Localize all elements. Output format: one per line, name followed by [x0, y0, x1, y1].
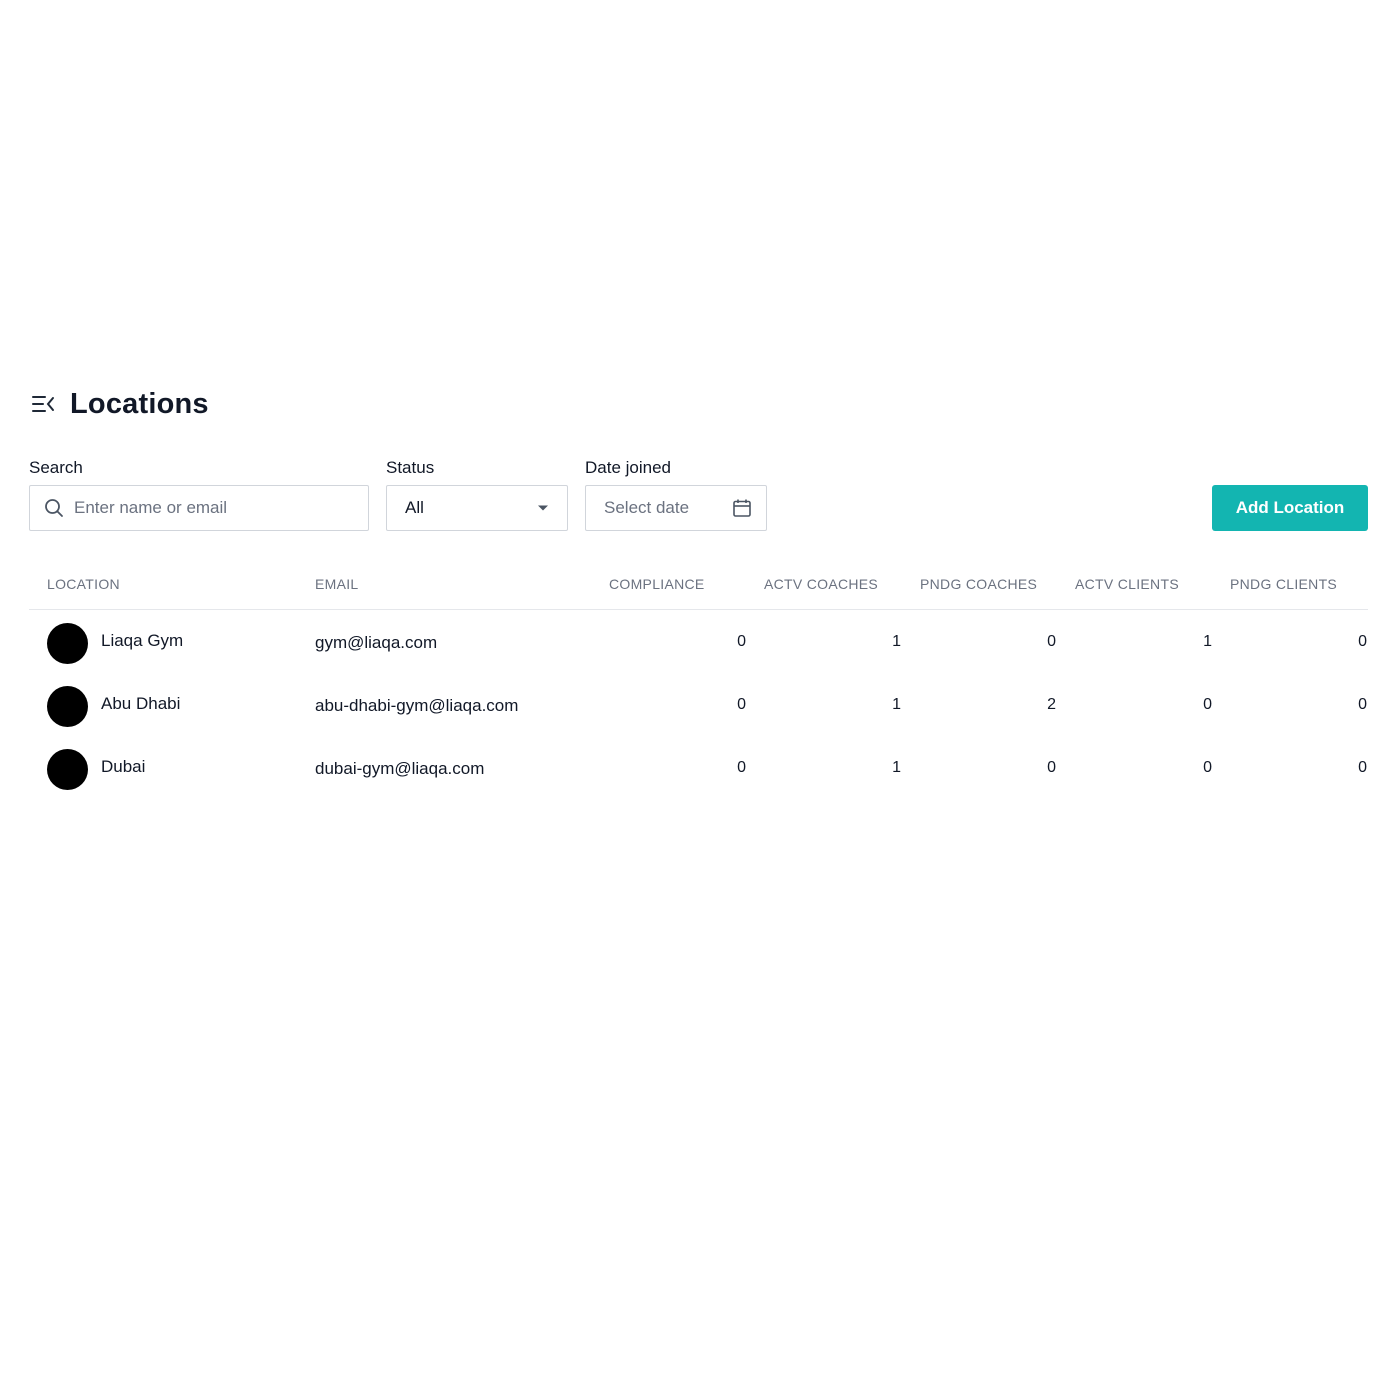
- column-header-compliance[interactable]: COMPLIANCE: [609, 576, 705, 592]
- date-joined-label: Date joined: [585, 458, 672, 477]
- location-name[interactable]: Abu Dhabi: [101, 694, 180, 714]
- add-location-button[interactable]: Add Location: [1212, 485, 1368, 531]
- compliance-value: 0: [737, 633, 746, 650]
- search-field[interactable]: [29, 485, 369, 531]
- actv-clients-value: 0: [1203, 696, 1212, 713]
- location-email: abu-dhabi-gym@liaqa.com: [315, 696, 519, 715]
- locations-page: Locations Search Status All Date joined …: [0, 0, 1400, 1400]
- actv-coaches-value: 1: [892, 759, 901, 776]
- status-select[interactable]: All: [386, 485, 568, 531]
- column-header-pndg-coaches[interactable]: PNDG COACHES: [920, 576, 1037, 592]
- actv-coaches-value: 1: [892, 696, 901, 713]
- search-icon: [44, 498, 64, 518]
- avatar: [47, 623, 88, 664]
- table-header: LOCATION EMAIL COMPLIANCE ACTV COACHES P…: [29, 560, 1368, 610]
- table-body: Liaqa Gym gym@liaqa.com 0 1 0 1 0 Abu Dh…: [29, 611, 1368, 800]
- actv-coaches-value: 1: [892, 633, 901, 650]
- table-row[interactable]: Liaqa Gym gym@liaqa.com 0 1 0 1 0: [29, 611, 1368, 674]
- menu-collapse-icon[interactable]: [30, 391, 56, 417]
- table-row[interactable]: Dubai dubai-gym@liaqa.com 0 1 0 0 0: [29, 737, 1368, 800]
- actv-clients-value: 1: [1203, 633, 1212, 650]
- column-header-pndg-clients[interactable]: PNDG CLIENTS: [1230, 576, 1337, 592]
- compliance-value: 0: [737, 759, 746, 776]
- status-value: All: [405, 498, 424, 517]
- pndg-clients-value: 0: [1358, 633, 1367, 650]
- pndg-coaches-value: 2: [1047, 696, 1056, 713]
- location-name[interactable]: Liaqa Gym: [101, 631, 183, 651]
- location-name[interactable]: Dubai: [101, 757, 145, 777]
- column-header-actv-coaches[interactable]: ACTV COACHES: [764, 576, 878, 592]
- locations-table: LOCATION EMAIL COMPLIANCE ACTV COACHES P…: [29, 560, 1368, 800]
- location-email: dubai-gym@liaqa.com: [315, 759, 485, 778]
- compliance-value: 0: [737, 696, 746, 713]
- pndg-clients-value: 0: [1358, 759, 1367, 776]
- calendar-icon: [732, 498, 752, 518]
- caret-down-icon: [537, 504, 549, 512]
- pndg-coaches-value: 0: [1047, 759, 1056, 776]
- page-title: Locations: [70, 387, 209, 420]
- pndg-coaches-value: 0: [1047, 633, 1056, 650]
- date-joined-picker[interactable]: Select date: [585, 485, 767, 531]
- column-header-location[interactable]: LOCATION: [47, 576, 120, 592]
- status-label: Status: [386, 458, 435, 477]
- pndg-clients-value: 0: [1358, 696, 1367, 713]
- location-email: gym@liaqa.com: [315, 633, 438, 652]
- avatar: [47, 686, 88, 727]
- table-row[interactable]: Abu Dhabi abu-dhabi-gym@liaqa.com 0 1 2 …: [29, 674, 1368, 737]
- search-input[interactable]: [74, 498, 344, 518]
- column-header-actv-clients[interactable]: ACTV CLIENTS: [1075, 576, 1179, 592]
- search-label: Search: [29, 458, 83, 477]
- avatar: [47, 749, 88, 790]
- column-header-email[interactable]: EMAIL: [315, 576, 359, 592]
- page-header: Locations: [30, 386, 209, 422]
- actv-clients-value: 0: [1203, 759, 1212, 776]
- date-placeholder: Select date: [604, 498, 690, 517]
